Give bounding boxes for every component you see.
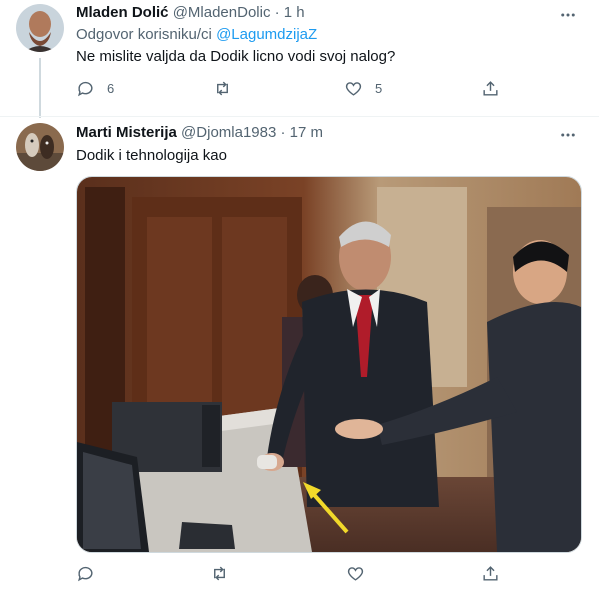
retweet-icon — [217, 81, 228, 96]
separator: · — [274, 4, 280, 21]
share-button[interactable] — [481, 564, 500, 583]
reply-context: Odgovor korisniku/ci @LagumdzijaZ — [76, 25, 317, 45]
retweet-button[interactable] — [213, 79, 244, 98]
tweet-text: Ne mislite valjda da Dodik licno vodi sv… — [76, 48, 396, 65]
reply-mention-link[interactable]: @LagumdzijaZ — [216, 26, 317, 43]
tweet-1[interactable]: Mladen Dolić @MladenDolic · 1 h Odgovor … — [0, 0, 599, 116]
handle[interactable]: @MladenDolic — [173, 4, 271, 21]
heart-icon — [345, 82, 362, 96]
handle[interactable]: @Djomla1983 — [181, 124, 276, 141]
avatar[interactable] — [16, 123, 64, 171]
avatar[interactable] — [16, 4, 64, 52]
reply-prefix: Odgovor korisniku/ci — [76, 26, 212, 43]
more-options-button[interactable] — [557, 4, 579, 26]
more-options-button[interactable] — [557, 124, 579, 146]
retweet-icon — [214, 566, 225, 581]
tweet-actions — [76, 564, 516, 584]
reply-button[interactable]: 6 — [76, 79, 114, 98]
tweet-actions: 6 5 — [76, 79, 516, 99]
heart-icon — [347, 567, 364, 581]
retweet-button[interactable] — [210, 564, 241, 583]
like-count: 5 — [375, 81, 383, 96]
timestamp[interactable]: 1 h — [284, 4, 305, 21]
share-icon — [483, 566, 498, 581]
separator: · — [280, 124, 286, 141]
tweet-header: Mladen Dolić @MladenDolic · 1 h — [76, 3, 305, 23]
tweet-image[interactable] — [76, 176, 582, 553]
more-horizontal-icon — [561, 13, 575, 17]
timestamp[interactable]: 17 m — [290, 124, 323, 141]
share-icon — [483, 81, 498, 96]
reply-icon — [78, 566, 93, 582]
share-button[interactable] — [481, 79, 500, 98]
tweet-header: Marti Misterija @Djomla1983 · 17 m — [76, 123, 323, 143]
reply-button[interactable] — [76, 564, 107, 583]
display-name[interactable]: Marti Misterija — [76, 124, 177, 141]
tweet-text: Dodik i tehnologija kao — [76, 147, 227, 164]
like-button[interactable]: 5 — [344, 79, 382, 98]
like-button[interactable] — [346, 564, 377, 583]
display-name[interactable]: Mladen Dolić — [76, 4, 169, 21]
thread-connector — [39, 58, 41, 118]
reply-count: 6 — [107, 81, 115, 96]
more-horizontal-icon — [561, 133, 575, 137]
reply-icon — [78, 81, 93, 97]
